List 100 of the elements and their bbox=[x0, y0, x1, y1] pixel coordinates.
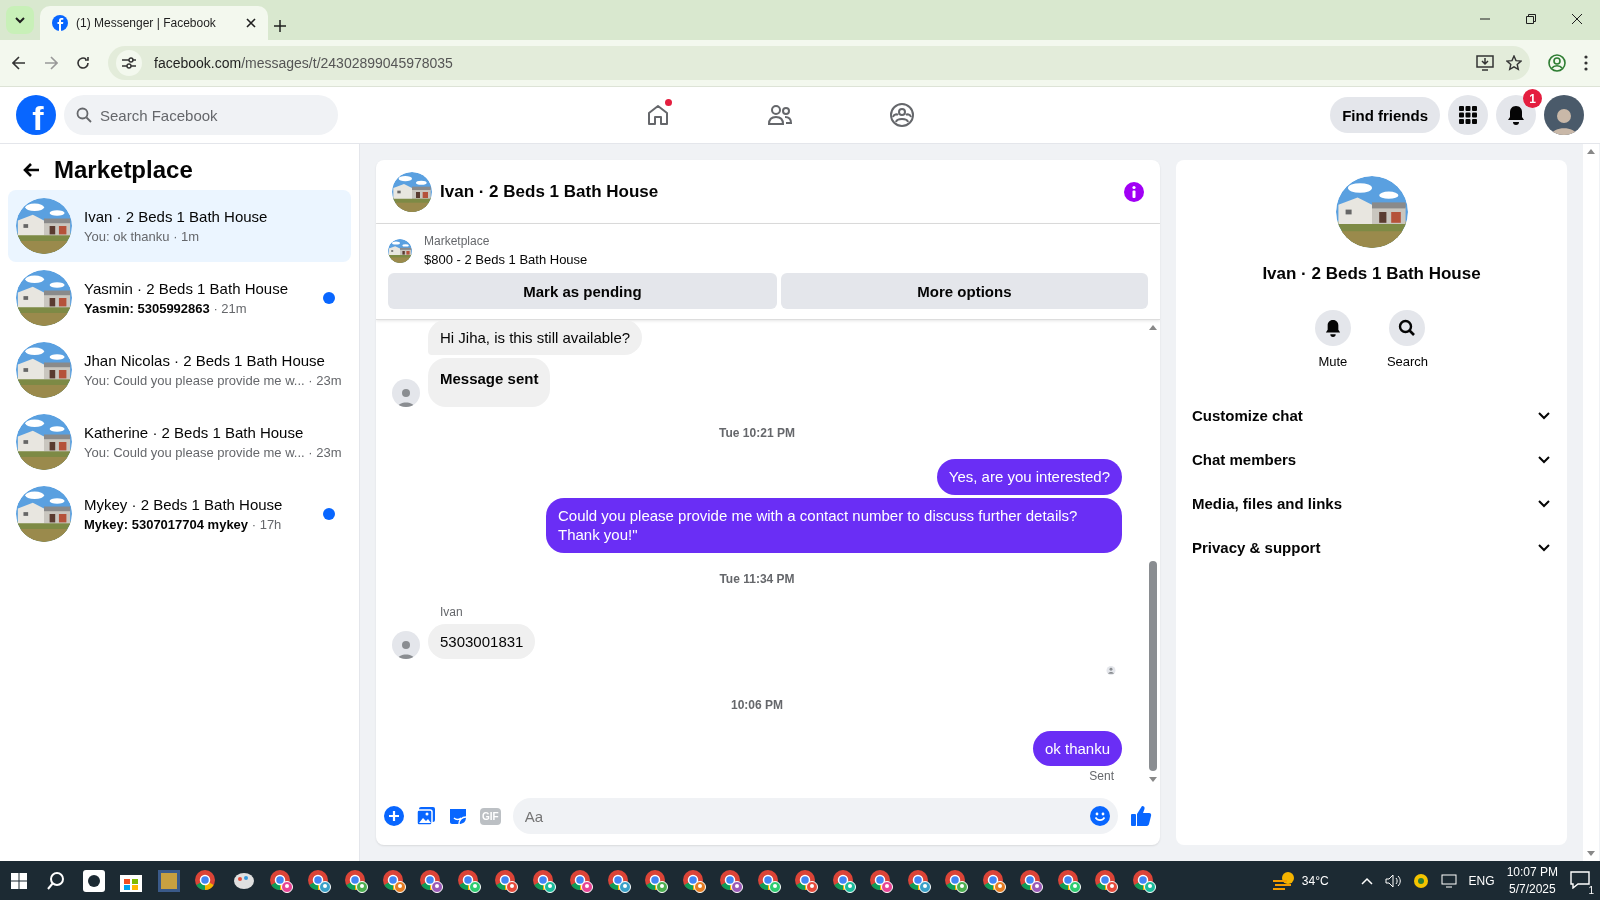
add-button[interactable] bbox=[384, 806, 404, 826]
browser-tab[interactable]: (1) Messenger | Facebook bbox=[40, 6, 268, 40]
scroll-down-icon[interactable] bbox=[1149, 777, 1157, 783]
message-bubble: ok thanku bbox=[1032, 730, 1122, 766]
menu-button[interactable] bbox=[1448, 95, 1488, 135]
section-header[interactable]: Chat members bbox=[1192, 437, 1551, 481]
app-icon bbox=[157, 870, 180, 892]
listing-button[interactable]: Mark as pending bbox=[388, 273, 777, 309]
chat-title: Ivan · 2 Beds 1 Bath House bbox=[440, 181, 660, 202]
image-icon bbox=[416, 806, 436, 826]
chrome-icon bbox=[944, 869, 969, 893]
chrome-icon bbox=[531, 869, 556, 893]
chrome-icon bbox=[906, 869, 931, 893]
chrome-icon bbox=[1094, 869, 1119, 893]
timestamp: Tue 11:34 PM bbox=[719, 571, 795, 586]
conversation-name: Jhan Nicolas · 2 Beds 1 Bath House bbox=[84, 352, 326, 369]
chrome-icon bbox=[606, 869, 631, 893]
section-header[interactable]: Customize chat bbox=[1192, 393, 1551, 437]
message-bubble: Yes, are you interested? bbox=[936, 459, 1122, 495]
home-icon bbox=[646, 103, 670, 127]
chevron-up-icon[interactable] bbox=[1360, 877, 1373, 885]
scrollbar-thumb[interactable] bbox=[1149, 561, 1157, 771]
reload-icon[interactable] bbox=[76, 56, 90, 70]
conversation-preview: You: ok thanku · 1m bbox=[84, 229, 201, 244]
chrome-icon bbox=[794, 869, 819, 893]
conversation-item[interactable]: Ivan · 2 Beds 1 Bath House You: ok thanku · 1m bbox=[8, 190, 351, 262]
chrome-icon bbox=[494, 869, 519, 893]
timestamp: 10:06 PM bbox=[731, 697, 783, 712]
back-icon[interactable] bbox=[12, 56, 26, 70]
new-tab-icon[interactable] bbox=[274, 20, 286, 32]
back-icon[interactable] bbox=[22, 162, 40, 178]
conversation-name: Mykey · 2 Beds 1 Bath House bbox=[84, 496, 284, 513]
windows-icon bbox=[10, 873, 27, 889]
install-icon[interactable] bbox=[1476, 55, 1494, 71]
chrome-icon bbox=[456, 869, 481, 893]
sticker-icon bbox=[448, 806, 468, 826]
chrome-icon bbox=[981, 869, 1006, 893]
chrome-icon bbox=[344, 869, 369, 893]
search-icon bbox=[76, 107, 92, 123]
close-icon[interactable] bbox=[1572, 14, 1582, 24]
section-header[interactable]: Media, files and links bbox=[1192, 481, 1551, 525]
message-bubble: Could you please provide me with a contact number to discuss further details? Thank you!" bbox=[546, 497, 1122, 553]
chrome-icon bbox=[1019, 869, 1044, 893]
tab-search-button[interactable] bbox=[6, 6, 34, 34]
favicon-icon bbox=[52, 15, 68, 31]
conversation-preview: Yasmin: 5305992863 · 21m bbox=[84, 301, 248, 316]
message-bubble: Hi Jiha, is this still available? bbox=[428, 320, 643, 355]
chrome-icon bbox=[381, 869, 406, 893]
scroll-up-icon[interactable] bbox=[1149, 324, 1157, 330]
volume-icon[interactable] bbox=[1384, 874, 1401, 888]
chrome-icon bbox=[831, 869, 856, 893]
delivery-status: Sent bbox=[1089, 769, 1114, 783]
profile-icon[interactable] bbox=[1548, 54, 1566, 72]
chevron-icon bbox=[14, 14, 26, 26]
chrome-icon bbox=[719, 869, 744, 893]
chrome-icon bbox=[644, 869, 669, 893]
conversation-name: Yasmin · 2 Beds 1 Bath House bbox=[84, 280, 289, 297]
site-settings-icon[interactable] bbox=[116, 50, 142, 76]
status-icon[interactable] bbox=[1412, 873, 1429, 889]
conversation-item[interactable]: Katherine · 2 Beds 1 Bath House You: Could you please provide me w... · 23m bbox=[8, 406, 351, 478]
chrome-icon bbox=[869, 869, 894, 893]
conversation-item[interactable]: Jhan Nicolas · 2 Beds 1 Bath House You: Could you please provide me w... · 23m bbox=[8, 334, 351, 406]
thumbs-up-icon[interactable] bbox=[1130, 805, 1152, 827]
star-icon[interactable] bbox=[1506, 55, 1522, 71]
message-input[interactable]: Aa bbox=[512, 798, 1118, 834]
address-bar[interactable]: facebook.com/messages/t/24302899045978035 bbox=[108, 46, 1530, 80]
conversation-item[interactable]: Yasmin · 2 Beds 1 Bath House Yasmin: 5305992863 · 21m bbox=[8, 262, 351, 334]
menu-icon[interactable] bbox=[1584, 55, 1588, 71]
listing-button[interactable]: More options bbox=[780, 273, 1148, 309]
section-header[interactable]: Privacy & support bbox=[1192, 525, 1551, 569]
grid-icon bbox=[1459, 106, 1477, 124]
groups-icon bbox=[889, 102, 915, 128]
forward-icon[interactable] bbox=[44, 56, 58, 70]
sender-name: Ivan bbox=[440, 604, 464, 619]
clock[interactable]: 10:07 PM 5/7/2025 bbox=[1506, 864, 1558, 898]
conversation-item[interactable]: Mykey · 2 Beds 1 Bath House Mykey: 5307017704 mykey · 17h bbox=[8, 478, 351, 550]
scroll-up-icon[interactable] bbox=[1587, 148, 1595, 154]
restore-icon[interactable] bbox=[1526, 14, 1536, 24]
find-friends-button[interactable]: Find friends bbox=[1330, 97, 1440, 133]
emoji-icon[interactable] bbox=[1090, 806, 1110, 826]
seen-avatar-icon bbox=[1104, 665, 1118, 675]
chrome-icon bbox=[756, 869, 781, 893]
close-icon[interactable] bbox=[246, 18, 256, 28]
info-icon[interactable] bbox=[1124, 181, 1144, 202]
facebook-logo[interactable]: f bbox=[16, 95, 56, 135]
conversation-name: Katherine · 2 Beds 1 Bath House bbox=[84, 424, 305, 441]
scroll-down-icon[interactable] bbox=[1587, 851, 1595, 857]
language-indicator[interactable]: ENG bbox=[1468, 874, 1495, 888]
photo-button[interactable] bbox=[416, 806, 436, 826]
avatar[interactable] bbox=[1544, 95, 1584, 135]
chrome-icon bbox=[419, 869, 444, 893]
conversation-preview: You: Could you please provide me w... · 23m bbox=[84, 373, 343, 388]
conversation-preview: Mykey: 5307017704 mykey · 17h bbox=[84, 517, 283, 532]
message-bubble: 5303001831 bbox=[428, 623, 536, 659]
people-icon bbox=[767, 103, 793, 127]
weather-icon bbox=[1271, 871, 1296, 891]
search-field[interactable]: Search Facebook bbox=[64, 95, 338, 135]
sticker-button[interactable] bbox=[448, 806, 468, 826]
network-icon[interactable] bbox=[1440, 874, 1457, 888]
notifications-button[interactable] bbox=[1496, 95, 1536, 135]
